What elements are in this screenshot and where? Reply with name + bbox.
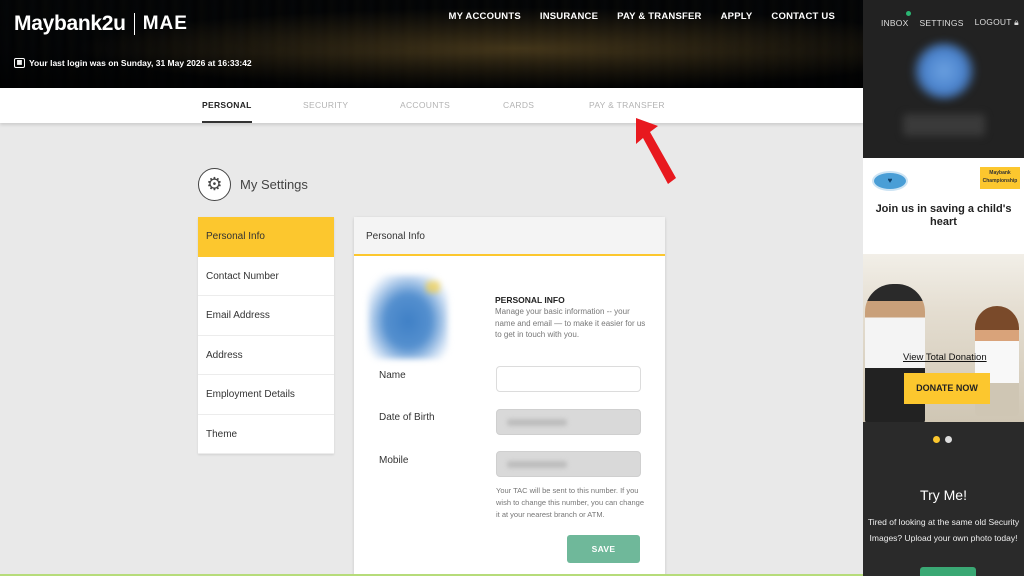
section-title: PERSONAL INFO	[495, 295, 565, 305]
maybank2u-logo[interactable]: Maybank2u MAE	[14, 12, 188, 36]
try-me-button[interactable]	[920, 567, 976, 576]
nav-insurance[interactable]: INSURANCE	[540, 11, 598, 22]
donation-ad-banner[interactable]: ♥ Maybank Championship Join us in saving…	[863, 158, 1024, 422]
name-field[interactable]	[496, 366, 641, 392]
red-arrow-annotation	[636, 118, 676, 184]
ad-title: Join us in saving a child's heart	[875, 203, 1012, 228]
nav-apply[interactable]: APPLY	[721, 11, 753, 22]
side-item-address[interactable]: Address	[198, 336, 334, 375]
maybank-championship-logo: Maybank Championship	[980, 167, 1020, 189]
brand-name: Maybank2u	[14, 12, 126, 35]
user-photo	[913, 42, 975, 100]
tac-note: Your TAC will be sent to this number. If…	[496, 486, 645, 519]
side-item-contact-number[interactable]: Contact Number	[198, 257, 334, 296]
tab-accounts[interactable]: ACCOUNTS	[400, 88, 450, 123]
side-item-theme[interactable]: Theme	[198, 415, 334, 454]
tab-personal[interactable]: PERSONAL	[202, 88, 252, 123]
tab-cards[interactable]: CARDS	[503, 88, 534, 123]
gear-icon: ⚙	[198, 168, 231, 201]
nav-pay-transfer[interactable]: PAY & TRANSFER	[617, 11, 701, 22]
section-description: Manage your basic information -- your na…	[495, 307, 646, 339]
carousel-dots	[933, 436, 952, 443]
logo-divider	[133, 13, 135, 35]
last-login-text: Your last login was on Sunday, 31 May 20…	[29, 58, 252, 68]
profile-avatar[interactable]	[368, 275, 448, 359]
side-item-email-address[interactable]: Email Address	[198, 296, 334, 336]
inbox-notification-dot	[906, 11, 911, 16]
user-name-blurred	[903, 114, 985, 136]
donate-now-button[interactable]: DONATE NOW	[904, 373, 990, 404]
header-banner: Maybank2u MAE ▦ Your last login was on S…	[0, 0, 863, 88]
settings-side-menu: Personal Info Contact Number Email Addre…	[198, 217, 334, 454]
mobile-label: Mobile	[379, 455, 409, 466]
mae-logo: MAE	[142, 13, 188, 34]
lock-icon: 🔒︎	[1014, 17, 1019, 27]
view-total-donation-link[interactable]: View Total Donation	[903, 352, 987, 363]
nav-my-accounts[interactable]: MY ACCOUNTS	[448, 11, 520, 22]
calendar-icon: ▦	[14, 58, 25, 68]
dob-field	[496, 409, 641, 435]
panel-header: Personal Info	[354, 217, 665, 256]
user-profile-area: INBOX SETTINGS LOGOUT 🔒︎	[863, 0, 1024, 158]
right-sidebar: INBOX SETTINGS LOGOUT 🔒︎ ♥ Maybank Champ…	[863, 0, 1024, 576]
side-item-employment-details[interactable]: Employment Details	[198, 375, 334, 415]
mobile-field	[496, 451, 641, 477]
nav-contact-us[interactable]: CONTACT US	[771, 11, 835, 22]
settings-subnav: PERSONAL SECURITY ACCOUNTS CARDS PAY & T…	[0, 88, 863, 123]
top-nav: MY ACCOUNTS INSURANCE PAY & TRANSFER APP…	[448, 11, 835, 22]
tab-security[interactable]: SECURITY	[303, 88, 348, 123]
page-title: My Settings	[240, 177, 308, 192]
personal-info-panel: Personal Info PERSONAL INFO Manage your …	[354, 217, 665, 576]
carousel-dot-2[interactable]	[945, 436, 952, 443]
carousel-dot-1[interactable]	[933, 436, 940, 443]
try-me-title: Try Me!	[920, 487, 967, 503]
settings-link[interactable]: SETTINGS	[919, 18, 963, 28]
save-button[interactable]: SAVE	[567, 535, 640, 563]
logout-link[interactable]: LOGOUT 🔒︎	[975, 17, 1019, 28]
inbox-link[interactable]: INBOX	[881, 18, 908, 28]
try-me-text: Tired of looking at the same old Securit…	[867, 517, 1020, 543]
logout-label: LOGOUT	[974, 17, 1012, 27]
name-label: Name	[379, 370, 406, 381]
partner-logo: ♥	[872, 171, 908, 191]
dob-label: Date of Birth	[379, 412, 435, 423]
settings-heading: ⚙ My Settings	[198, 168, 308, 201]
last-login-info: ▦ Your last login was on Sunday, 31 May …	[14, 58, 252, 68]
side-item-personal-info[interactable]: Personal Info	[198, 217, 334, 257]
